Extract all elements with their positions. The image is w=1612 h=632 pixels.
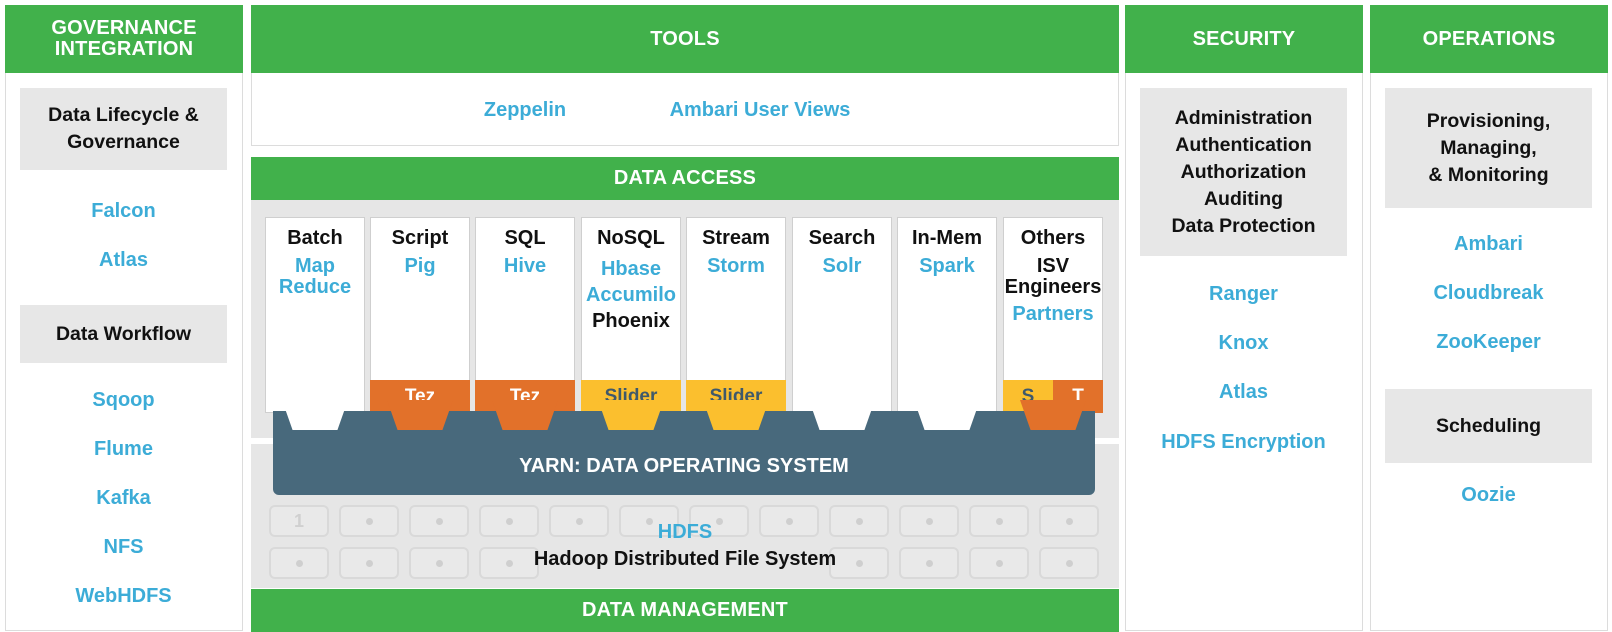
- disk: [829, 505, 889, 537]
- zookeeper-label: ZooKeeper: [1436, 331, 1541, 353]
- hdfs-encryption-label: HDFS Encryption: [1161, 431, 1326, 453]
- in-mem-title: In-Mem: [912, 227, 982, 249]
- disk: [339, 547, 399, 579]
- batch-tab: [282, 400, 348, 430]
- pig-label: Pig: [404, 255, 436, 277]
- data-management-header-label: DATA MANAGEMENT: [582, 599, 788, 621]
- provisioning-label: Provisioning,: [1426, 109, 1551, 132]
- others-title: Others: [1020, 227, 1086, 249]
- flume-label: Flume: [94, 438, 153, 460]
- search-tab: [809, 400, 875, 430]
- search-title: Search: [808, 227, 876, 249]
- data-lifecycle-box: Data Lifecycle & Governance: [20, 88, 227, 170]
- hdfs-subtitle: Hadoop Distributed File System: [533, 548, 837, 570]
- ambari-label: Ambari: [1454, 233, 1523, 255]
- yarn-label: YARN: DATA OPERATING SYSTEM: [519, 454, 849, 477]
- zeppelin-label: Zeppelin: [483, 99, 567, 121]
- slider-tab: [703, 400, 769, 430]
- hdfs-title: HDFS: [657, 521, 713, 543]
- operations-header-label: OPERATIONS: [1422, 27, 1556, 50]
- data-access-header: DATA ACCESS: [251, 157, 1119, 200]
- monitoring-label: & Monitoring: [1428, 163, 1549, 186]
- in-mem-tab: [914, 400, 980, 430]
- knox-label: Knox: [1218, 332, 1269, 354]
- governance-header: GOVERNANCE INTEGRATION: [5, 5, 243, 73]
- accumilo-label: Accumilo: [585, 284, 677, 306]
- script-title: Script: [391, 227, 449, 249]
- administration-label: Administration: [1174, 106, 1313, 129]
- operations-header: OPERATIONS: [1370, 5, 1608, 73]
- data-management-header: DATA MANAGEMENT: [251, 589, 1119, 632]
- governance-header-label: GOVERNANCE INTEGRATION: [51, 17, 197, 60]
- data-lifecycle-label: Data Lifecycle & Governance: [48, 104, 199, 153]
- disk: 1: [269, 505, 329, 537]
- disk: [269, 547, 329, 579]
- data-access-header-label: DATA ACCESS: [613, 167, 757, 189]
- tools-header: TOOLS: [251, 5, 1119, 73]
- tez-tab: [387, 400, 453, 430]
- spark-label: Spark: [919, 255, 975, 277]
- data-workflow-label: Data Workflow: [55, 322, 192, 345]
- tools-header-label: TOOLS: [650, 27, 720, 50]
- engineers-label: Engineers: [1004, 276, 1102, 298]
- disk: [899, 547, 959, 579]
- kafka-label: Kafka: [96, 487, 151, 509]
- provisioning-box: Provisioning, Managing, & Monitoring: [1385, 88, 1592, 208]
- search-column: Search Solr: [792, 217, 892, 413]
- slider-tab: [598, 400, 664, 430]
- data-protection-label: Data Protection: [1171, 214, 1316, 237]
- ambari-user-views-label: Ambari User Views: [669, 99, 851, 121]
- nfs-label: NFS: [103, 536, 144, 558]
- sqoop-label: Sqoop: [92, 389, 155, 411]
- disk: [969, 505, 1029, 537]
- security-header: SECURITY: [1125, 5, 1363, 73]
- map-label: Map: [295, 255, 335, 277]
- disk: [1039, 505, 1099, 537]
- auditing-label: Auditing: [1203, 187, 1284, 210]
- scheduling-label: Scheduling: [1435, 414, 1542, 437]
- security-header-label: SECURITY: [1192, 27, 1296, 50]
- disk: [409, 505, 469, 537]
- tez-tab: [492, 400, 558, 430]
- disk: [969, 547, 1029, 579]
- authorization-label: Authorization: [1180, 160, 1307, 183]
- falcon-label: Falcon: [91, 200, 156, 222]
- oozie-label: Oozie: [1461, 484, 1516, 506]
- batch-title: Batch: [287, 227, 343, 249]
- in-mem-column: In-Mem Spark: [897, 217, 997, 413]
- partners-label: Partners: [1012, 303, 1094, 325]
- disk: [899, 505, 959, 537]
- phoenix-label: Phoenix: [592, 310, 670, 332]
- data-workflow-box: Data Workflow: [20, 305, 227, 363]
- others-tab: [1020, 400, 1086, 430]
- storm-label: Storm: [707, 255, 765, 277]
- disk-number: 1: [293, 510, 304, 531]
- atlas-label: Atlas: [99, 249, 148, 271]
- solr-label: Solr: [822, 255, 862, 277]
- disk: [409, 547, 469, 579]
- ranger-label: Ranger: [1209, 283, 1278, 305]
- cloudbreak-label: Cloudbreak: [1433, 282, 1544, 304]
- managing-label: Managing,: [1440, 136, 1537, 159]
- batch-column: Batch Map Reduce: [265, 217, 365, 413]
- disk: [1039, 547, 1099, 579]
- hive-label: Hive: [503, 255, 547, 277]
- hbase-label: Hbase: [600, 258, 662, 280]
- disk: [339, 505, 399, 537]
- atlas-label: Atlas: [1219, 381, 1268, 403]
- scheduling-box: Scheduling: [1385, 389, 1592, 463]
- webhdfs-label: WebHDFS: [75, 585, 172, 607]
- disk: [479, 505, 539, 537]
- isv-label: ISV: [1036, 255, 1070, 277]
- security-functions-box: Administration Authentication Authorizat…: [1140, 88, 1347, 256]
- nosql-title: NoSQL: [597, 227, 665, 249]
- reduce-label: Reduce: [278, 276, 352, 298]
- sql-title: SQL: [504, 227, 546, 249]
- authentication-label: Authentication: [1175, 133, 1312, 156]
- stream-title: Stream: [702, 227, 770, 249]
